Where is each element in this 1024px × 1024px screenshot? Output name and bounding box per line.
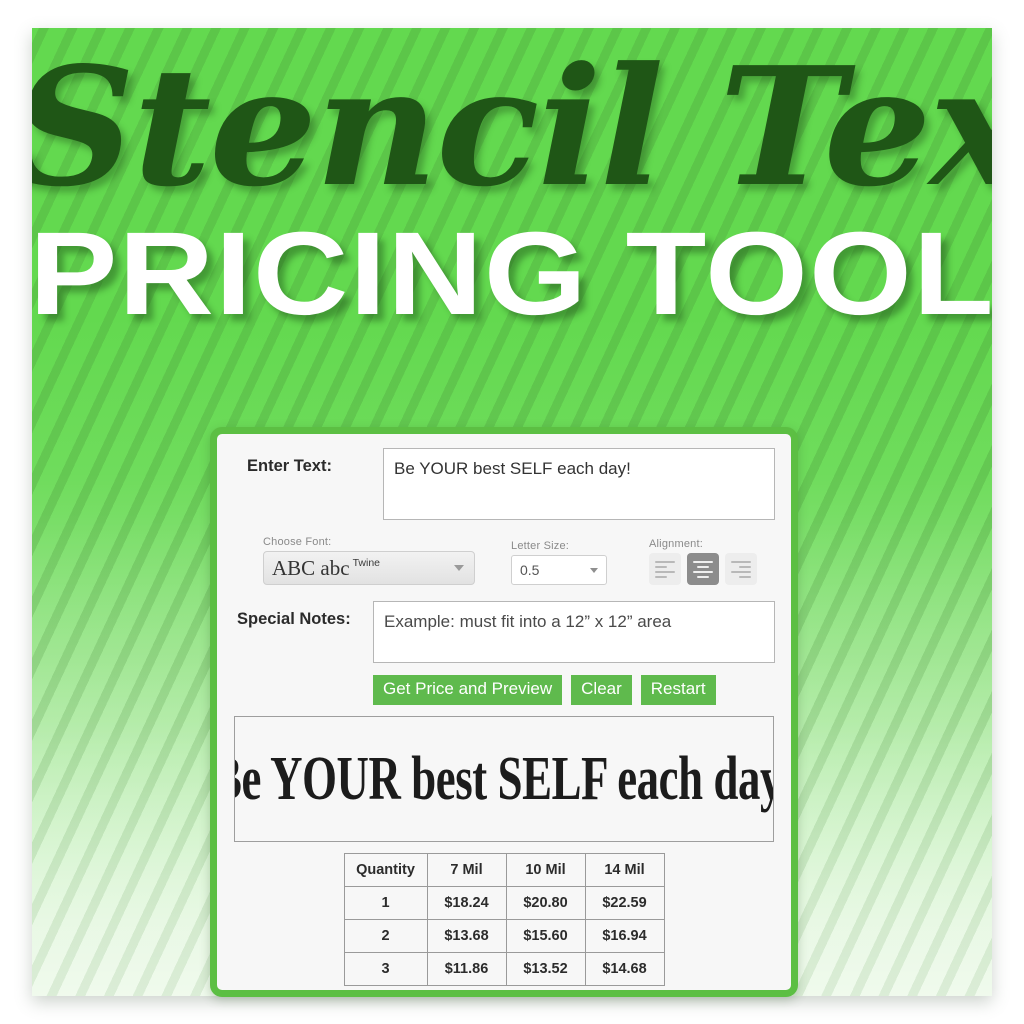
table-row: 3 $11.86 $13.52 $14.68: [343, 952, 665, 987]
alignment-button-group: [649, 553, 757, 585]
enter-text-input[interactable]: Be YOUR best SELF each day!: [383, 448, 775, 520]
chevron-down-icon: [454, 565, 464, 571]
title-block: Stencil Text PRICING TOOL: [32, 46, 992, 333]
column-header: Quantity: [343, 853, 428, 888]
special-notes-row: Special Notes: Example: must fit into a …: [233, 601, 775, 663]
stencil-preview-text: Be YOUR best SELF each day!: [234, 744, 774, 815]
letter-size-value: 0.5: [520, 562, 540, 578]
price-cell: $16.94: [584, 919, 665, 954]
controls-row: Choose Font: ABC abc Twine Letter Size: …: [233, 536, 775, 585]
clear-button[interactable]: Clear: [571, 675, 632, 706]
choose-font-label: Choose Font:: [263, 536, 332, 548]
align-left-icon[interactable]: [649, 553, 681, 585]
quantity-cell: 1: [343, 886, 428, 921]
pricing-table-wrap: Quantity 7 Mil 10 Mil 14 Mil 1 $18.24 $2…: [233, 853, 775, 987]
align-center-icon[interactable]: [687, 553, 719, 585]
get-price-and-preview-button[interactable]: Get Price and Preview: [373, 675, 563, 706]
choose-font-control: Choose Font: ABC abc Twine: [263, 536, 475, 585]
chevron-down-icon: [590, 567, 598, 573]
letter-size-control: Letter Size: 0.5: [511, 540, 607, 585]
pricing-table: Quantity 7 Mil 10 Mil 14 Mil 1 $18.24 $2…: [343, 853, 665, 987]
font-name-label: Twine: [352, 557, 381, 569]
align-right-icon[interactable]: [725, 553, 757, 585]
price-cell: $11.86: [426, 952, 507, 987]
letter-size-label: Letter Size:: [511, 540, 570, 552]
pricing-tool-card: Enter Text: Be YOUR best SELF each day! …: [210, 427, 798, 997]
price-cell: $15.60: [505, 919, 586, 954]
letter-size-select[interactable]: 0.5: [511, 555, 607, 585]
enter-text-label: Enter Text:: [247, 457, 332, 475]
stencil-preview-panel: Be YOUR best SELF each day!: [234, 716, 774, 843]
restart-button[interactable]: Restart: [640, 675, 716, 706]
font-sample-text: ABC abc: [272, 555, 350, 580]
price-cell: $22.59: [584, 886, 665, 921]
font-select[interactable]: ABC abc Twine: [263, 551, 475, 585]
action-button-row: Get Price and Preview Clear Restart: [373, 675, 775, 706]
page-matte: Stencil Text PRICING TOOL Enter Text: Be…: [0, 0, 1024, 1024]
column-header: 14 Mil: [584, 853, 665, 888]
alignment-label: Alignment:: [649, 538, 703, 550]
quantity-cell: 3: [343, 952, 428, 987]
special-notes-input[interactable]: Example: must fit into a 12” x 12” area: [373, 601, 775, 663]
table-header-row: Quantity 7 Mil 10 Mil 14 Mil: [343, 853, 665, 888]
quantity-cell: 2: [343, 919, 428, 954]
price-cell: $14.68: [584, 952, 665, 987]
alignment-control: Alignment:: [649, 538, 757, 585]
price-cell: $20.80: [505, 886, 586, 921]
special-notes-label: Special Notes:: [237, 610, 351, 628]
table-row: 2 $13.68 $15.60 $16.94: [343, 919, 665, 954]
column-header: 10 Mil: [505, 853, 586, 888]
column-header: 7 Mil: [426, 853, 507, 888]
enter-text-row: Enter Text: Be YOUR best SELF each day!: [233, 448, 775, 520]
page-title-script: Stencil Text: [32, 32, 992, 223]
price-cell: $18.24: [426, 886, 507, 921]
page-title-subtitle: PRICING TOOL: [32, 208, 992, 340]
price-cell: $13.68: [426, 919, 507, 954]
price-cell: $13.52: [505, 952, 586, 987]
table-row: 1 $18.24 $20.80 $22.59: [343, 886, 665, 921]
